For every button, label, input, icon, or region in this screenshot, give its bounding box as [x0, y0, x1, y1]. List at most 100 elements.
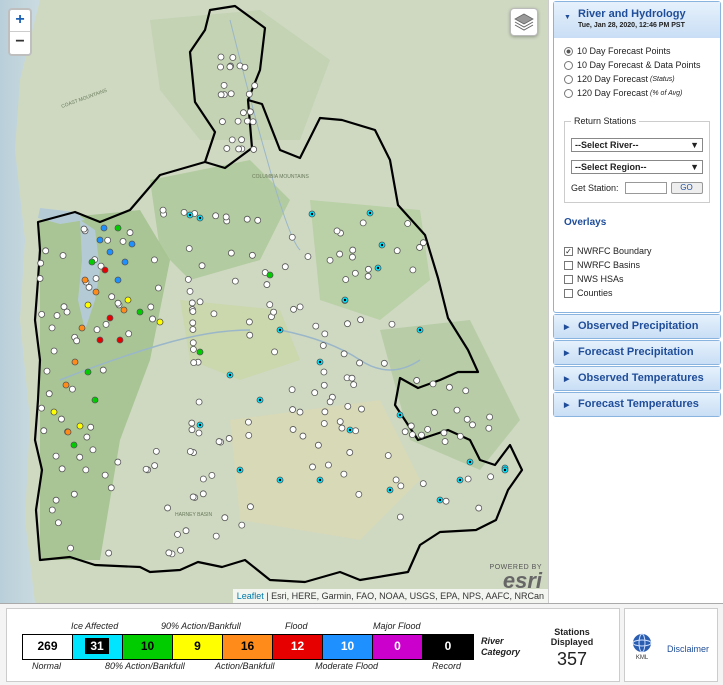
- station-marker: [289, 426, 297, 433]
- zoom-out-button[interactable]: −: [10, 32, 30, 54]
- station-marker: [73, 337, 81, 345]
- radio-icon[interactable]: [564, 46, 573, 56]
- station-marker: [235, 145, 243, 153]
- forecast-option-label: 10 Day Forecast Points: [577, 46, 671, 56]
- station-marker: [188, 419, 196, 427]
- checkbox-icon[interactable]: [564, 288, 573, 298]
- station-marker: [195, 398, 203, 406]
- station-marker: [189, 319, 197, 327]
- station-markers-layer: [36, 53, 509, 558]
- station-marker: [333, 227, 341, 235]
- radio-icon[interactable]: [564, 74, 573, 84]
- radio-icon[interactable]: [564, 60, 573, 70]
- forecast-option-3[interactable]: 120 Day Forecast (% of Avg): [564, 88, 710, 98]
- radio-icon[interactable]: [564, 88, 573, 98]
- forecast-option-1[interactable]: 10 Day Forecast & Data Points: [564, 60, 710, 70]
- station-marker: [320, 368, 328, 376]
- station-marker: [165, 549, 173, 557]
- river-category-title: River Category: [481, 636, 521, 657]
- station-marker: [196, 298, 204, 306]
- forecast-option-note: (% of Avg): [650, 89, 683, 97]
- ice-marker-center: [318, 478, 322, 482]
- station-marker: [96, 236, 104, 244]
- station-marker: [288, 386, 296, 394]
- station-marker: [320, 420, 328, 427]
- zoom-in-button[interactable]: +: [10, 10, 30, 32]
- ice-marker-center: [376, 266, 380, 270]
- station-marker: [84, 368, 92, 376]
- station-marker: [244, 117, 251, 125]
- ice-marker-center: [228, 373, 232, 377]
- station-marker: [358, 405, 365, 413]
- station-marker: [289, 406, 296, 413]
- station-marker: [189, 308, 197, 315]
- stations-count: 357: [556, 649, 588, 669]
- station-marker: [338, 424, 346, 432]
- map-view[interactable]: COAST MOUNTAINS COLUMBIA MOUNTAINS HARNE…: [0, 0, 549, 603]
- station-marker: [38, 404, 45, 412]
- station-marker: [106, 248, 114, 256]
- river-hydrology-header[interactable]: ▼ River and Hydrology Tue, Jan 28, 2020,…: [554, 2, 720, 38]
- observed-precipitation-section[interactable]: ▶ Observed Precipitation: [553, 314, 721, 339]
- checkbox-icon[interactable]: [564, 260, 573, 270]
- station-marker: [60, 303, 68, 311]
- station-marker: [326, 256, 334, 264]
- ice-marker-center: [278, 478, 282, 482]
- go-button[interactable]: GO: [670, 182, 703, 194]
- station-marker: [155, 284, 162, 292]
- station-marker: [48, 324, 56, 332]
- station-marker: [190, 345, 197, 353]
- select-region-dropdown[interactable]: --Select Region-- ▼: [571, 160, 703, 174]
- select-river-dropdown[interactable]: --Select River-- ▼: [571, 138, 703, 152]
- station-marker: [40, 427, 48, 435]
- station-marker: [64, 428, 72, 436]
- station-marker: [89, 446, 97, 454]
- station-marker: [321, 408, 329, 416]
- station-marker: [419, 480, 427, 487]
- station-marker: [219, 118, 226, 125]
- overlay-option-0[interactable]: ✓ NWRFC Boundary: [564, 246, 710, 256]
- station-marker: [174, 530, 181, 538]
- select-region-value: --Select Region--: [575, 162, 647, 172]
- overlay-label: NWS HSAs: [577, 274, 624, 284]
- station-marker: [212, 212, 220, 220]
- station-marker: [99, 366, 107, 374]
- forecast-option-2[interactable]: 120 Day Forecast (Status): [564, 74, 710, 84]
- category-count-cell: 31: [73, 635, 123, 659]
- overlay-option-1[interactable]: NWRFC Basins: [564, 260, 710, 270]
- return-stations-group: Return Stations --Select River-- ▼ --Sel…: [564, 116, 710, 203]
- get-station-input[interactable]: [624, 182, 667, 194]
- station-marker: [58, 465, 66, 473]
- forecast-option-0[interactable]: 10 Day Forecast Points: [564, 46, 710, 56]
- forecast-precipitation-section[interactable]: ▶ Forecast Precipitation: [553, 340, 721, 365]
- esri-logo: POWERED BY esri: [490, 564, 542, 592]
- kml-globe-icon[interactable]: KML: [631, 633, 653, 661]
- station-marker: [45, 390, 53, 398]
- station-marker: [404, 220, 412, 227]
- station-marker: [38, 310, 46, 318]
- station-marker: [238, 136, 245, 144]
- legend-box: Ice Affected 90% Action/Bankfull Flood M…: [6, 608, 620, 682]
- disclaimer-link[interactable]: Disclaimer: [667, 644, 709, 654]
- station-marker: [462, 387, 470, 395]
- station-marker: [195, 429, 203, 437]
- station-marker: [184, 275, 192, 283]
- observed-temperatures-section[interactable]: ▶ Observed Temperatures: [553, 366, 721, 391]
- overlay-option-3[interactable]: Counties: [564, 288, 710, 298]
- station-marker: [52, 496, 60, 504]
- layers-button[interactable]: [510, 8, 538, 36]
- station-marker: [349, 253, 356, 261]
- checkbox-icon[interactable]: [564, 274, 573, 284]
- station-marker: [81, 276, 89, 284]
- checkbox-icon[interactable]: ✓: [564, 246, 573, 256]
- collapse-triangle-icon: ▶: [564, 350, 570, 357]
- forecast-temperatures-section[interactable]: ▶ Forecast Temperatures: [553, 392, 721, 417]
- leaflet-link[interactable]: Leaflet: [237, 591, 264, 601]
- station-marker: [388, 320, 396, 328]
- station-marker: [217, 63, 224, 71]
- ice-marker-center: [188, 213, 192, 217]
- ice-marker-center: [438, 498, 442, 502]
- station-marker: [416, 244, 423, 251]
- station-marker: [229, 54, 237, 61]
- overlay-option-2[interactable]: NWS HSAs: [564, 274, 710, 284]
